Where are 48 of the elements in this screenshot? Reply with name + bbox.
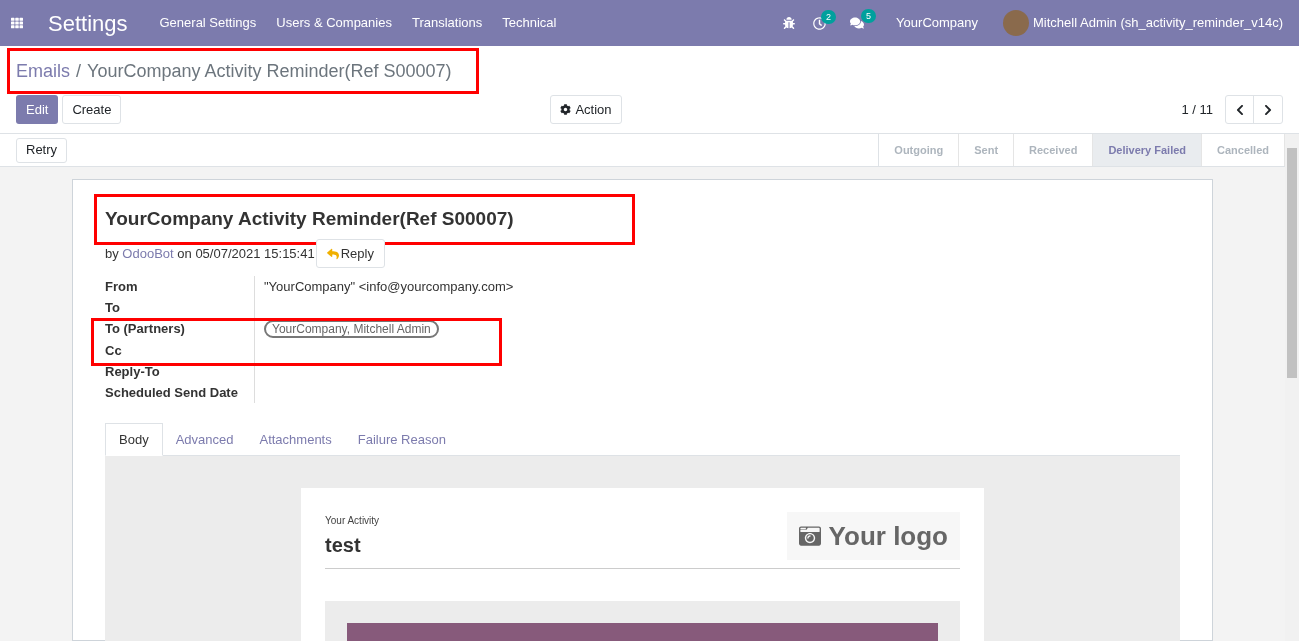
menu-item[interactable]: Technical xyxy=(492,13,567,33)
user-menu[interactable]: Mitchell Admin (sh_activity_reminder_v14c) xyxy=(1033,13,1283,33)
activity-heading: test xyxy=(325,533,362,558)
menu-item[interactable]: Users & Companies xyxy=(266,13,402,33)
message-count-badge: 5 xyxy=(861,9,877,23)
app-title: Settings xyxy=(48,9,128,38)
activity-count-badge: 2 xyxy=(821,9,837,24)
form-tab[interactable]: Attachments xyxy=(246,423,345,456)
field-label: To (Partners) xyxy=(105,318,255,340)
camera-icon xyxy=(798,525,821,547)
email-subject: YourCompany Activity Reminder(Ref S00007) xyxy=(105,207,514,232)
status-stage[interactable]: Sent xyxy=(959,134,1015,166)
apps-menu-icon[interactable] xyxy=(11,17,23,29)
chevron-right-icon xyxy=(1262,103,1274,116)
field-label: From xyxy=(105,276,255,297)
pager-value: 1 / 11 xyxy=(1181,100,1213,119)
field-label: Scheduled Send Date xyxy=(105,382,255,403)
status-stage[interactable]: Delivery Failed xyxy=(1093,134,1203,166)
logo-text: Your logo xyxy=(828,519,948,553)
action-button[interactable]: Action xyxy=(550,95,622,124)
reply-button[interactable]: Reply xyxy=(315,239,385,268)
breadcrumb-link[interactable]: Emails xyxy=(16,57,70,85)
form-tab[interactable]: Failure Reason xyxy=(344,423,459,456)
company-switcher[interactable]: YourCompany xyxy=(896,13,978,33)
author-line: by OdooBot on 05/07/2021 15:15:41 xyxy=(105,244,315,263)
reply-arrow-icon xyxy=(326,247,339,260)
edit-button[interactable]: Edit xyxy=(16,95,59,124)
field-label: Reply-To xyxy=(105,361,255,382)
field-label: To xyxy=(105,297,255,318)
field-label: Cc xyxy=(105,340,255,361)
author-link[interactable]: OdooBot xyxy=(122,245,174,261)
form-tab[interactable]: Advanced xyxy=(162,423,247,456)
field-value: "YourCompany" <info@yourcompany.com> xyxy=(264,279,514,294)
create-button[interactable]: Create xyxy=(62,95,122,124)
partner-tag[interactable]: YourCompany, Mitchell Admin xyxy=(264,320,439,338)
form-tab[interactable]: Body xyxy=(105,423,163,456)
activity-caption: Your Activity xyxy=(325,514,380,528)
gear-icon xyxy=(560,104,572,115)
debug-bug-icon[interactable] xyxy=(783,17,796,29)
user-avatar xyxy=(1003,10,1029,36)
retry-button[interactable]: Retry xyxy=(16,137,68,163)
status-stage[interactable]: Outgoing xyxy=(879,134,960,166)
breadcrumb-separator: / xyxy=(76,59,82,83)
chat-bubbles-icon[interactable] xyxy=(850,16,865,30)
menu-item[interactable]: General Settings xyxy=(149,13,267,33)
activity-clock-icon[interactable] xyxy=(813,16,827,30)
menu-item[interactable]: Translations xyxy=(401,13,493,33)
breadcrumb-current: YourCompany Activity Reminder(Ref S00007) xyxy=(87,59,452,83)
